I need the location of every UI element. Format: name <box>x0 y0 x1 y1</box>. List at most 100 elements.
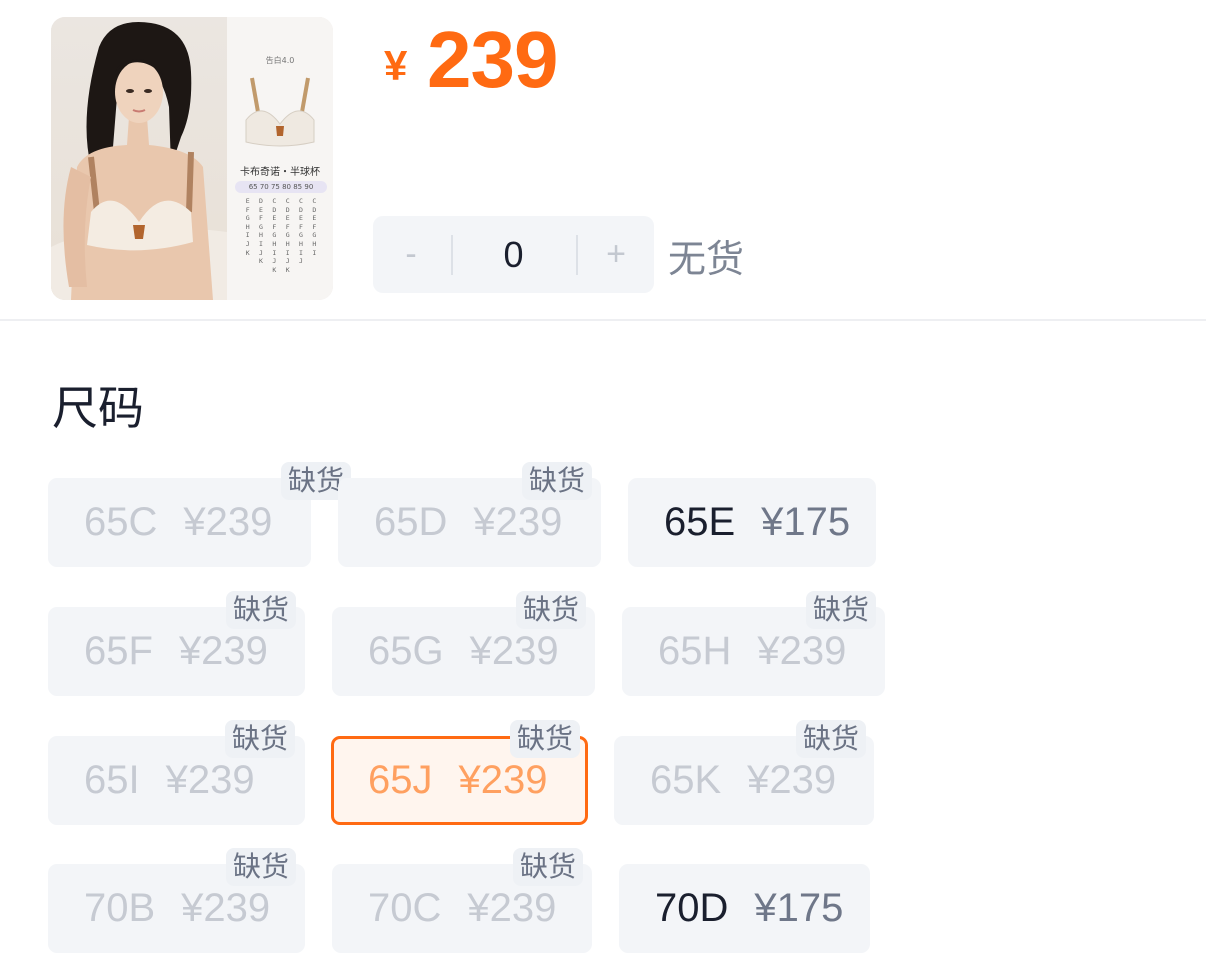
cup-cell <box>241 266 254 275</box>
cup-cell: C <box>312 197 317 205</box>
cup-cell: K <box>272 265 277 274</box>
size-price: ¥239 <box>165 758 255 802</box>
size-label: 65H <box>658 629 732 673</box>
cup-cell: I <box>312 248 317 257</box>
decrement-button[interactable]: - <box>373 216 449 293</box>
product-image[interactable]: 告白4.0 卡布奇诺・半球杯 65 70 75 80 85 90 EDCCCCF… <box>51 17 333 300</box>
cup-cell: G <box>272 231 277 240</box>
cup-cell: D <box>272 205 277 214</box>
out-of-stock-badge: 缺货 <box>513 848 584 886</box>
size-label: 65C <box>84 500 158 544</box>
cup-cell: H <box>312 239 317 248</box>
size-label: 65I <box>84 758 140 802</box>
cup-cell: J <box>299 257 303 266</box>
cup-cell: I <box>299 248 303 257</box>
cup-cell: E <box>285 214 290 223</box>
size-option[interactable]: 65D ¥239 缺货 <box>338 462 601 567</box>
size-label: 70D <box>655 886 729 930</box>
size-option-selected[interactable]: 65J ¥239 缺货 <box>331 720 588 825</box>
cup-cell: K <box>285 265 290 274</box>
series-label: 告白4.0 <box>265 56 295 65</box>
cup-cell: F <box>299 222 303 231</box>
size-option[interactable]: 65G ¥239 缺货 <box>332 591 595 696</box>
cup-cell: G <box>312 231 317 240</box>
size-price: ¥239 <box>183 500 273 544</box>
size-label: 65D <box>374 500 448 544</box>
cup-cell: I <box>272 248 277 257</box>
size-option[interactable]: 65H ¥239 缺货 <box>622 591 885 696</box>
cup-cell: F <box>245 205 250 214</box>
size-price: ¥239 <box>473 500 563 544</box>
cup-cell: I <box>245 231 250 240</box>
size-price: ¥239 <box>467 886 557 930</box>
out-of-stock-badge: 缺货 <box>226 848 297 886</box>
cup-cell: H <box>272 239 277 248</box>
currency-symbol: ¥ <box>384 42 408 89</box>
size-label: 65F <box>84 629 153 673</box>
cup-cell: I <box>259 239 263 248</box>
cup-cell <box>308 257 321 266</box>
cup-cell: H <box>245 222 250 231</box>
cup-cell <box>294 266 307 275</box>
size-label: 65G <box>368 629 444 673</box>
size-chart-panel: 告白4.0 卡布奇诺・半球杯 65 70 75 80 85 90 EDCCCCF… <box>227 17 333 300</box>
size-label: 70C <box>368 886 442 930</box>
size-label: 70B <box>84 886 156 930</box>
cup-cell: J <box>272 257 277 266</box>
product-name: 卡布奇诺・半球杯 <box>240 167 320 178</box>
size-option[interactable]: 70C ¥239 缺货 <box>332 848 592 953</box>
out-of-stock-badge: 缺货 <box>516 591 587 629</box>
size-price: ¥175 <box>754 886 844 930</box>
size-price: ¥239 <box>458 758 548 802</box>
cup-cell: G <box>259 222 263 231</box>
size-option[interactable]: 65F ¥239 缺货 <box>48 591 305 696</box>
size-option[interactable]: 70B ¥239 缺货 <box>48 848 305 953</box>
cup-cell: E <box>272 214 277 223</box>
cup-cell <box>241 257 254 266</box>
size-price: ¥239 <box>181 886 271 930</box>
out-of-stock-badge: 缺货 <box>225 720 296 758</box>
cup-cell: C <box>272 197 277 205</box>
cup-grid: EDCCCCFEDDDDGFEEEEHGFFFFIHGGGGJIHHHHKJII… <box>241 197 321 274</box>
cup-cell: C <box>285 197 290 205</box>
size-option[interactable]: 70D ¥175 <box>619 864 870 953</box>
cup-cell: J <box>259 248 263 257</box>
cup-cell: H <box>285 239 290 248</box>
price-amount: 239 <box>427 15 558 104</box>
quantity-input[interactable]: 0 <box>453 216 574 293</box>
out-of-stock-badge: 缺货 <box>806 591 877 629</box>
cup-cell: H <box>299 239 303 248</box>
cup-cell: J <box>245 239 250 248</box>
cup-cell: D <box>259 197 263 205</box>
size-price: ¥239 <box>757 629 847 673</box>
cup-cell: F <box>272 222 277 231</box>
cup-cell: F <box>285 222 290 231</box>
cup-cell: D <box>312 205 317 214</box>
increment-button[interactable]: + <box>578 216 654 293</box>
out-of-stock-badge: 缺货 <box>510 720 581 758</box>
size-option[interactable]: 65I ¥239 缺货 <box>48 720 305 825</box>
cup-cell: D <box>299 205 303 214</box>
model-photo <box>51 17 227 300</box>
cup-cell: J <box>285 257 290 266</box>
out-of-stock-badge: 缺货 <box>522 462 593 500</box>
cup-cell: G <box>245 214 250 223</box>
cup-cell: F <box>312 222 317 231</box>
quantity-stepper: - 0 + <box>373 216 654 293</box>
size-option[interactable]: 65E ¥175 <box>628 478 876 567</box>
cup-cell: K <box>245 248 250 257</box>
size-label: 65E <box>664 500 736 544</box>
bra-product-icon <box>245 77 315 147</box>
section-divider <box>0 319 1206 321</box>
cup-cell: E <box>245 197 250 205</box>
cup-cell: G <box>299 231 303 240</box>
cup-cell: E <box>299 214 303 223</box>
size-option[interactable]: 65C ¥239 缺货 <box>48 462 352 567</box>
cup-cell: D <box>285 205 290 214</box>
stock-status: 无货 <box>668 237 745 281</box>
section-title: 尺码 <box>52 381 144 435</box>
band-sizes: 65 70 75 80 85 90 <box>235 181 327 193</box>
cup-cell: K <box>259 257 263 266</box>
size-option[interactable]: 65K ¥239 缺货 <box>614 720 874 825</box>
cup-cell: E <box>259 205 263 214</box>
